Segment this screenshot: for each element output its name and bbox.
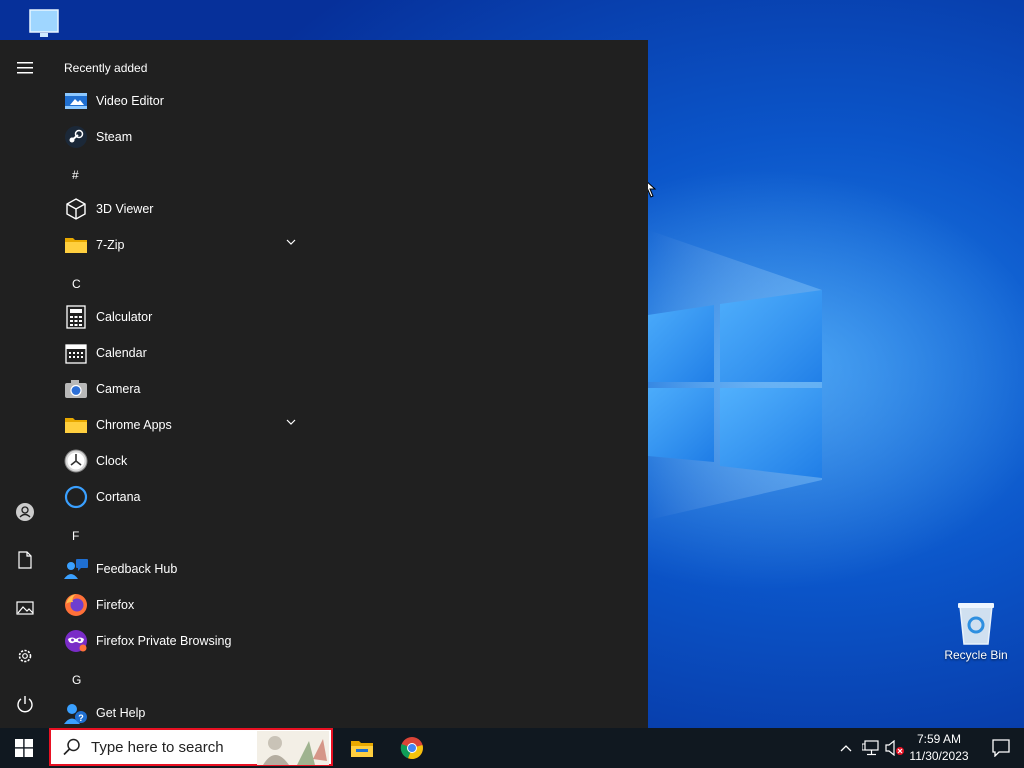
user-icon <box>16 503 34 521</box>
start-button[interactable] <box>0 728 48 768</box>
app-video-editor[interactable]: Video Editor <box>60 83 310 119</box>
app-label: Chrome Apps <box>96 418 172 432</box>
app-list: Recently added Video Editor Steam # 3D V… <box>50 40 320 728</box>
app-chrome-apps-folder[interactable]: Chrome Apps <box>60 407 310 443</box>
power-icon <box>17 696 33 713</box>
app-firefox[interactable]: Firefox <box>60 587 310 623</box>
search-highlight-illustration <box>257 731 329 765</box>
clock-time: 7:59 AM <box>916 732 962 746</box>
app-feedback-hub[interactable]: Feedback Hub <box>60 551 310 587</box>
app-firefox-private[interactable]: Firefox Private Browsing <box>60 623 310 659</box>
windows-logo-icon <box>15 739 33 757</box>
app-label: Video Editor <box>96 94 164 108</box>
gear-icon <box>18 649 32 663</box>
notification-icon <box>992 739 1010 757</box>
network-button[interactable] <box>860 738 882 758</box>
chevron-up-icon <box>840 745 852 752</box>
folder-icon <box>63 412 89 438</box>
app-cortana[interactable]: Cortana <box>60 479 310 515</box>
show-hidden-icons-button[interactable] <box>838 738 854 758</box>
app-label: Get Help <box>96 706 146 720</box>
document-icon <box>18 551 32 569</box>
file-explorer-icon <box>351 741 373 757</box>
app-label: 7-Zip <box>96 238 125 252</box>
steam-icon <box>63 124 89 150</box>
search-icon <box>63 738 80 756</box>
chevron-down-icon[interactable] <box>286 418 296 426</box>
app-label: Steam <box>96 130 133 144</box>
volume-button[interactable] <box>884 738 906 758</box>
recycle-bin-icon <box>958 603 994 645</box>
pictures-button[interactable] <box>0 588 50 628</box>
cortana-icon <box>63 484 89 510</box>
app-calculator[interactable]: Calculator <box>60 299 310 335</box>
app-7-zip-folder[interactable]: 7-Zip <box>60 227 310 263</box>
action-center-button[interactable] <box>978 728 1024 768</box>
firefox-private-icon <box>63 628 89 654</box>
search-placeholder: Type here to search <box>91 738 224 756</box>
network-icon <box>862 740 879 756</box>
taskbar: Type here to search 7:59 AM 11/30/2023 <box>0 728 1024 768</box>
app-camera[interactable]: Camera <box>60 371 310 407</box>
calculator-icon <box>63 304 89 330</box>
group-letter-c[interactable]: C <box>72 277 81 291</box>
expand-button[interactable] <box>0 48 50 88</box>
this-pc-icon[interactable] <box>24 6 64 40</box>
app-3d-viewer[interactable]: 3D Viewer <box>60 191 310 227</box>
video-editor-icon <box>63 88 89 114</box>
clock-date: 11/30/2023 <box>909 749 969 763</box>
app-calendar[interactable]: Calendar <box>60 335 310 371</box>
firefox-icon <box>63 592 89 618</box>
volume-muted-icon <box>885 740 904 756</box>
app-steam[interactable]: Steam <box>60 119 310 155</box>
taskbar-search-box[interactable]: Type here to search <box>49 728 333 766</box>
feedback-hub-icon <box>63 556 89 582</box>
app-label: Feedback Hub <box>96 562 178 576</box>
taskbar-chrome[interactable] <box>388 728 436 768</box>
app-get-help[interactable]: ? Get Help <box>60 695 310 731</box>
app-clock[interactable]: Clock <box>60 443 310 479</box>
camera-icon <box>63 376 89 402</box>
power-button[interactable] <box>0 684 50 724</box>
cube-3d-icon <box>63 196 89 222</box>
group-letter-f[interactable]: F <box>72 529 79 543</box>
svg-text:?: ? <box>78 713 84 723</box>
documents-button[interactable] <box>0 540 50 580</box>
chevron-down-icon[interactable] <box>286 238 296 246</box>
pictures-icon <box>16 601 34 615</box>
recycle-bin[interactable]: Recycle Bin <box>938 600 1014 662</box>
start-menu: Recently added Video Editor Steam # 3D V… <box>0 40 648 728</box>
taskbar-file-explorer[interactable] <box>338 728 386 768</box>
app-label: Calculator <box>96 310 153 324</box>
recently-added-header: Recently added <box>64 61 148 75</box>
recycle-bin-label: Recycle Bin <box>944 648 1008 662</box>
chrome-icon <box>400 737 423 760</box>
app-label: Firefox Private Browsing <box>96 634 232 648</box>
calendar-icon <box>63 340 89 366</box>
app-label: Calendar <box>96 346 147 360</box>
hamburger-menu-icon <box>17 62 33 74</box>
settings-button[interactable] <box>0 636 50 676</box>
group-letter-hash[interactable]: # <box>72 168 79 182</box>
app-label: 3D Viewer <box>96 202 154 216</box>
folder-icon <box>63 232 89 258</box>
clock-icon <box>63 448 89 474</box>
taskbar-clock[interactable]: 7:59 AM 11/30/2023 <box>904 731 974 765</box>
get-help-icon: ? <box>63 700 89 726</box>
app-label: Cortana <box>96 490 141 504</box>
app-label: Clock <box>96 454 128 468</box>
account-button[interactable] <box>0 492 50 532</box>
start-rail <box>0 40 50 728</box>
app-label: Firefox <box>96 598 135 612</box>
group-letter-g[interactable]: G <box>72 673 81 687</box>
app-label: Camera <box>96 382 141 396</box>
